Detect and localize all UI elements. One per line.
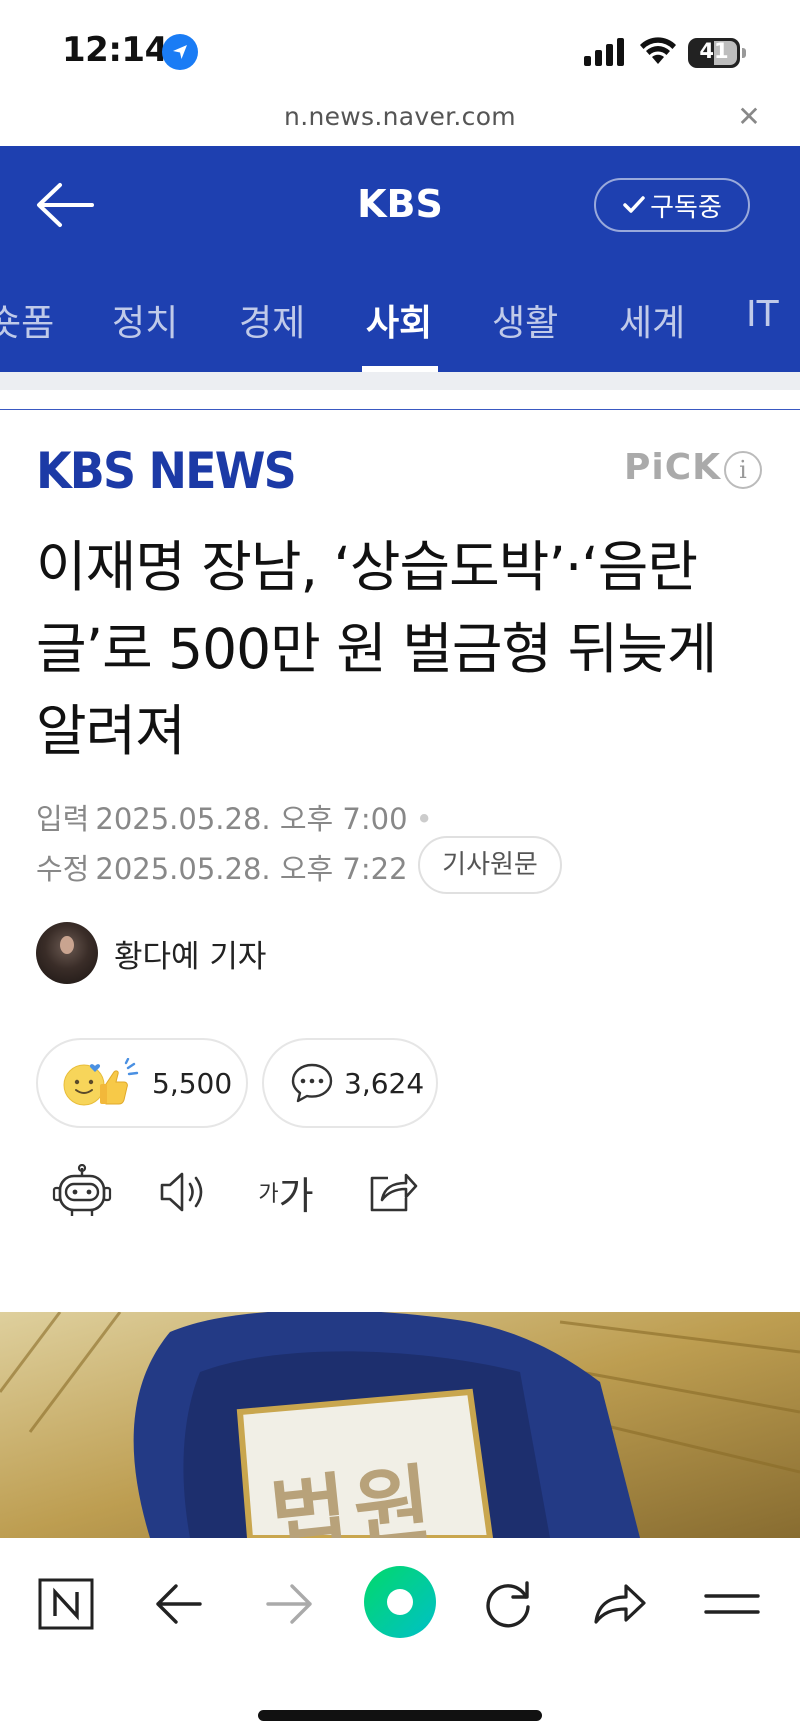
location-arrow-icon [162, 34, 198, 70]
share-forward-icon[interactable] [584, 1568, 656, 1640]
press-logo[interactable]: KBS NEWS [36, 442, 297, 500]
author-name: 황다예 기자 [114, 938, 267, 975]
text-to-speech-icon[interactable] [152, 1160, 216, 1224]
wifi-icon [640, 37, 676, 64]
naver-home-icon[interactable] [30, 1568, 102, 1640]
reaction-emoji-icon [63, 1058, 139, 1106]
browser-bottom-nav [0, 1538, 800, 1733]
status-bar: 12:14 41 [0, 0, 800, 96]
input-time: 2025.05.28. 오후 7:00 [95, 802, 408, 836]
url-text: n.news.naver.com [284, 102, 516, 131]
tab-life[interactable]: 생활 [492, 294, 558, 346]
font-size-large-glyph: 가 [278, 1173, 314, 1218]
author-row[interactable]: 황다예 기자 [36, 922, 266, 984]
status-time: 12:14 [62, 30, 168, 70]
modified-time-line: 수정 2025.05.28. 오후 7:22 [36, 846, 408, 888]
press-header: KBS 구독중 [0, 146, 800, 410]
battery-icon: 41 [688, 38, 746, 68]
tab-world[interactable]: 세계 [619, 294, 685, 346]
menu-icon[interactable] [696, 1568, 768, 1640]
article-image[interactable]: 법원 [0, 1312, 800, 1538]
input-time-line: 입력 2025.05.28. 오후 7:00 • [36, 796, 433, 838]
article-headline: 이재명 장남, ‘상습도박’·‘음란글’로 500만 원 벌금형 뒤늦게 알려져 [36, 535, 717, 763]
category-tabs: 숏폼 정치 경제 사회 생활 세계 IT [0, 264, 800, 372]
modified-label: 수정 [36, 852, 90, 886]
forward-icon[interactable] [253, 1568, 325, 1640]
subscribe-label: 구독중 [650, 192, 722, 223]
tab-shortform[interactable]: 숏폼 [0, 294, 54, 346]
tab-politics[interactable]: 정치 [112, 294, 178, 346]
comment-bubble-icon [291, 1063, 333, 1103]
check-icon [623, 196, 645, 213]
tab-economy[interactable]: 경제 [239, 294, 305, 346]
green-dot-search-icon[interactable] [360, 1562, 440, 1642]
battery-level: 41 [699, 39, 729, 63]
close-icon[interactable]: ✕ [736, 103, 762, 131]
separator-dot: • [415, 802, 433, 836]
share-icon[interactable] [360, 1160, 424, 1224]
back-arrow-icon[interactable] [36, 182, 94, 228]
cellular-signal-icon [584, 38, 624, 66]
pick-label: PiCK [624, 447, 722, 488]
modified-time: 2025.05.28. 오후 7:22 [95, 852, 408, 886]
court-badge-text: 법원 [266, 1453, 442, 1538]
reaction-button[interactable]: 5,500 [36, 1038, 248, 1128]
back-icon[interactable] [143, 1568, 215, 1640]
author-avatar [36, 922, 98, 984]
tab-it[interactable]: IT [746, 294, 779, 335]
reaction-count: 5,500 [152, 1066, 233, 1100]
input-label: 입력 [36, 802, 90, 836]
font-size-icon[interactable]: 가가 [254, 1160, 318, 1224]
tab-society[interactable]: 사회 [366, 294, 432, 346]
subscribe-button[interactable]: 구독중 [594, 178, 750, 232]
home-indicator[interactable] [258, 1710, 542, 1721]
comment-button[interactable]: 3,624 [262, 1038, 438, 1128]
section-divider [0, 372, 800, 390]
info-icon[interactable]: i [724, 451, 762, 489]
ai-summary-bot-icon[interactable] [50, 1160, 114, 1224]
comment-count: 3,624 [344, 1066, 425, 1100]
original-article-button[interactable]: 기사원문 [418, 836, 562, 894]
url-bar[interactable]: n.news.naver.com ✕ [0, 96, 800, 146]
font-size-small-glyph: 가 [258, 1182, 279, 1207]
refresh-icon[interactable] [472, 1568, 544, 1640]
